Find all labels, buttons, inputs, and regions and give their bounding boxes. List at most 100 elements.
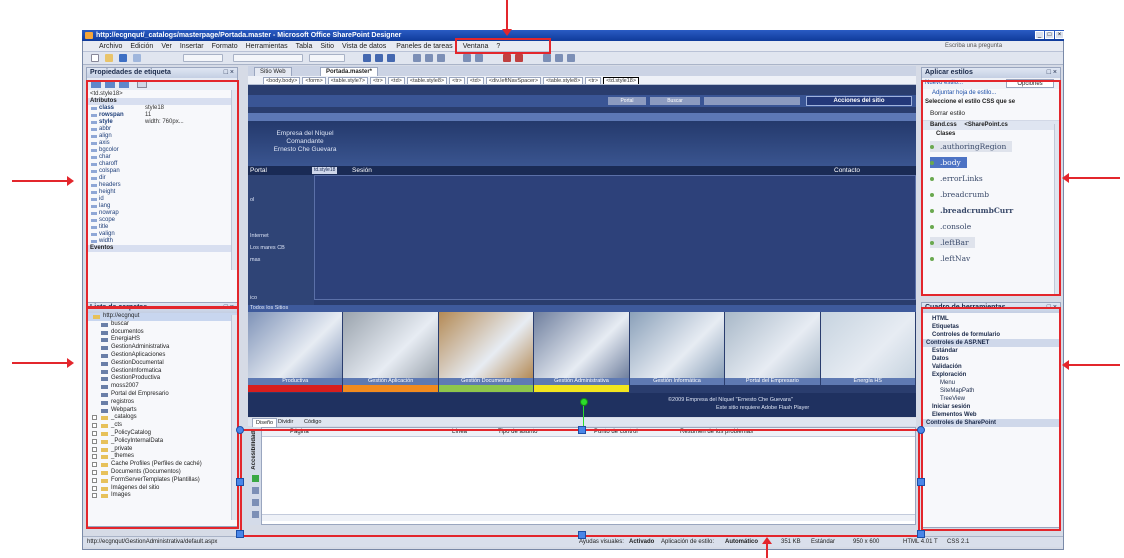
site-search-box[interactable] [704,97,800,105]
tag-path-item[interactable]: <tr> [370,77,386,84]
layers-icon[interactable] [555,54,563,62]
minimize-button[interactable]: _ [1035,31,1044,39]
italic-icon[interactable] [375,54,383,62]
help-question-input[interactable]: Escriba una pregunta [942,42,1062,51]
maximize-button[interactable]: □ [1045,31,1054,39]
resize-handle[interactable] [236,426,244,434]
nav-portal[interactable]: Portal [250,166,267,175]
content-placeholder[interactable] [314,175,916,300]
tag-path-item[interactable]: <tr> [585,77,602,84]
menu-paneles-de-tareas[interactable]: Paneles de tareas [390,41,458,52]
menu-insertar[interactable]: Insertar [176,41,208,52]
style-application-label[interactable]: Aplicación de estilo: [661,537,714,547]
nav-sesion[interactable]: Sesión [352,166,372,175]
resize-handle[interactable] [917,530,925,538]
site-photo[interactable] [248,312,343,378]
menu-formato[interactable]: Formato [208,41,242,52]
org-line-2: Comandante [286,138,324,145]
close-icon[interactable]: □ × [224,68,234,78]
numbered-list-icon[interactable] [463,54,471,62]
preview-icon[interactable] [567,54,575,62]
left-nav-item[interactable]: ol [250,197,254,203]
site-photo[interactable] [534,312,629,378]
font-size-dropdown[interactable] [309,54,345,62]
align-left-icon[interactable] [413,54,421,62]
site-photo[interactable] [725,312,820,378]
site-photo[interactable] [438,312,534,378]
site-photo-label[interactable]: Portal del Empresario [725,378,820,385]
menu-ver[interactable]: Ver [157,41,176,52]
tag-path-item[interactable]: <body.body> [262,77,301,84]
menu-vista-de-datos[interactable]: Vista de datos [338,41,390,52]
design-surface[interactable]: Portal Buscar Acciones del sitio Empresa… [248,85,916,417]
resize-handle[interactable] [236,478,244,486]
font-color-icon[interactable] [515,54,523,62]
tab-portada-master[interactable]: Portada.master* [320,67,379,76]
rotation-handle[interactable] [580,398,588,406]
tag-path-item[interactable]: <form> [302,77,326,84]
left-nav-item[interactable]: mas [250,257,260,263]
tag-path-item[interactable]: <table.style8> [406,77,448,84]
font-dropdown[interactable] [233,54,303,62]
left-nav-item[interactable]: ico [250,295,257,301]
close-button[interactable]: × [1055,31,1064,39]
tab-sitio-web[interactable]: Sitio Web [254,67,292,76]
tab-code[interactable]: Código [304,418,321,426]
doctype-indicator[interactable]: HTML 4.01 T [903,537,938,547]
site-photo[interactable] [343,312,438,378]
menu-edicion[interactable]: Edición [126,41,157,52]
align-center-icon[interactable] [425,54,433,62]
site-photo-label[interactable]: Gestión Aplicación [343,378,438,385]
style-application-value[interactable]: Automático [725,537,758,547]
highlight-icon[interactable] [503,54,511,62]
left-nav-item[interactable]: Internet [250,233,269,239]
mode-indicator[interactable]: Estándar [811,537,835,547]
annotation-box-folder-list [86,307,239,529]
underline-icon[interactable] [387,54,395,62]
resize-handle[interactable] [236,530,244,538]
site-photo[interactable] [820,312,915,378]
site-photo-label[interactable]: Gestión Documental [438,378,534,385]
bullet-list-icon[interactable] [475,54,483,62]
tag-path-item-selected[interactable]: <td.style18> [603,77,640,84]
nav-contacto[interactable]: Contacto [834,166,860,175]
align-right-icon[interactable] [437,54,445,62]
tag-path-item[interactable]: <td> [387,77,405,84]
close-icon[interactable]: □ × [1047,68,1057,78]
save-icon[interactable] [119,54,127,62]
menu-archivo[interactable]: Archivo [95,41,126,52]
tag-path-item[interactable]: <tr> [449,77,465,84]
resize-handle[interactable] [578,426,586,434]
site-actions-menu[interactable]: Acciones del sitio [806,96,912,106]
style-dropdown[interactable] [183,54,223,62]
site-photo-label[interactable]: Gestión Informática [629,378,725,385]
resize-handle[interactable] [917,426,925,434]
tag-path-item[interactable]: <td> [466,77,484,84]
menu-tabla[interactable]: Tabla [292,41,317,52]
tag-path-item[interactable]: <div.leftNavSpacer> [485,77,542,84]
new-page-icon[interactable] [91,54,99,62]
tag-properties-header: Propiedades de etiqueta □ × [87,68,237,78]
print-icon[interactable] [133,54,141,62]
left-nav-item[interactable]: Los mares CB [250,245,285,251]
site-portal-button[interactable]: Portal [608,97,646,105]
page-dimensions[interactable]: 950 x 600 [853,537,879,547]
menu-herramientas[interactable]: Herramientas [242,41,292,52]
open-folder-icon[interactable] [105,54,113,62]
table-icon[interactable] [543,54,551,62]
site-search-button[interactable]: Buscar [650,97,700,105]
bold-icon[interactable] [363,54,371,62]
tag-path-item[interactable]: <table.style8> [543,77,584,84]
site-photo[interactable] [629,312,725,378]
tab-split[interactable]: Dividir [278,418,293,426]
resize-handle[interactable] [917,478,925,486]
css-schema-indicator[interactable]: CSS 2.1 [947,537,969,547]
nav-selected-cell[interactable]: td.style18 [312,167,338,174]
visual-aids-value[interactable]: Activado [629,537,654,547]
site-photo-label[interactable]: Productiva [248,378,343,385]
site-photo-label[interactable]: Energía HS [820,378,915,385]
resize-handle[interactable] [578,531,586,539]
menu-sitio[interactable]: Sitio [316,41,338,52]
site-photo-label[interactable]: Gestión Administrativa [534,378,629,385]
tag-path-item[interactable]: <table.style7> [327,77,369,84]
